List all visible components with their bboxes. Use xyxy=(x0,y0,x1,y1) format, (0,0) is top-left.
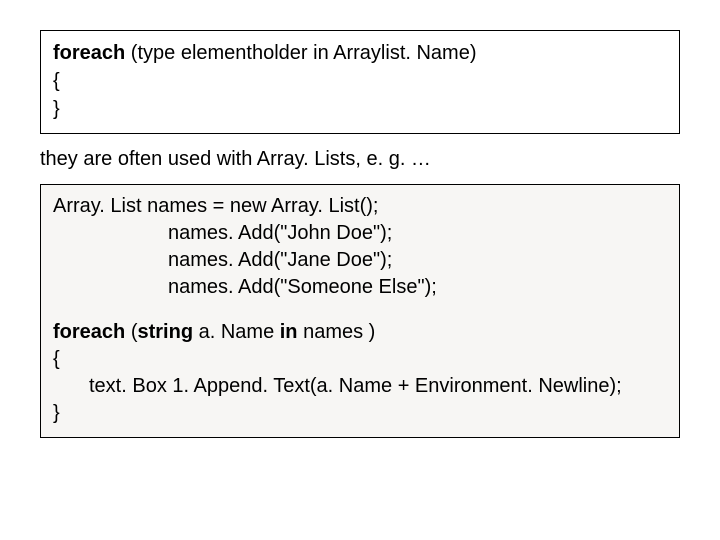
page: foreach (type elementholder in Arraylist… xyxy=(0,0,720,458)
example-box: Array. List names = new Array. List(); n… xyxy=(40,184,680,438)
syntax-brace-close: } xyxy=(53,95,667,123)
foreach-params: (type elementholder in Arraylist. Name) xyxy=(125,42,476,64)
foreach-keyword: foreach xyxy=(53,42,125,64)
foreach-keyword-2: foreach xyxy=(53,321,131,343)
example-foreach-line: foreach (string a. Name in names ) xyxy=(53,319,667,346)
foreach-var: a. Name xyxy=(193,321,280,343)
foreach-collection: names ) xyxy=(298,321,376,343)
syntax-brace-open: { xyxy=(53,67,667,95)
example-body-line: text. Box 1. Append. Text(a. Name + Envi… xyxy=(53,373,667,400)
example-line-4: names. Add("Someone Else"); xyxy=(53,274,667,301)
syntax-box: foreach (type elementholder in Arraylist… xyxy=(40,30,680,134)
example-line-3: names. Add("Jane Doe"); xyxy=(53,247,667,274)
example-brace-open: { xyxy=(53,346,667,373)
syntax-line-1: foreach (type elementholder in Arraylist… xyxy=(53,39,667,67)
type-keyword: string xyxy=(137,321,193,343)
description-text: they are often used with Array. Lists, e… xyxy=(40,148,680,170)
in-keyword: in xyxy=(280,321,298,343)
example-line-2: names. Add("John Doe"); xyxy=(53,220,667,247)
example-brace-close: } xyxy=(53,400,667,427)
example-line-1: Array. List names = new Array. List(); xyxy=(53,193,667,220)
